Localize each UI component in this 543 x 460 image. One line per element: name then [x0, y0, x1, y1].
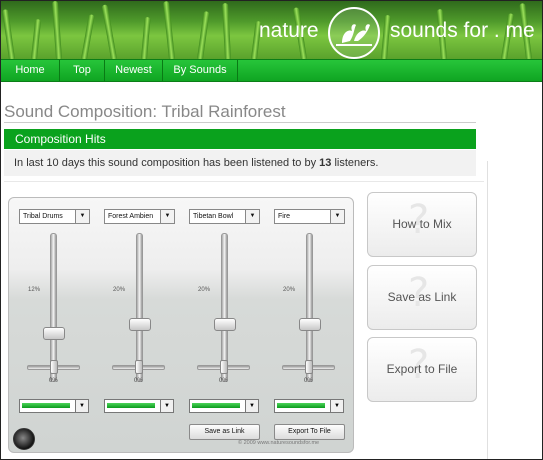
section-divider	[4, 181, 484, 182]
export-to-file-button[interactable]: ? Export to File	[367, 337, 477, 402]
nav-top[interactable]: Top	[60, 60, 105, 81]
how-to-mix-label: How to Mix	[392, 217, 452, 231]
site-title-left: nature	[259, 19, 319, 42]
sound-mixer: Tribal Drums ▼ 12% 0% ▼ Forest Ambien ▼ 20…	[8, 197, 354, 453]
channel-4-pan-knob[interactable]	[305, 360, 313, 374]
channel-2-pan-knob[interactable]	[135, 360, 143, 374]
nav-by-sounds[interactable]: By Sounds	[163, 60, 238, 81]
channel-1-color-select[interactable]: ▼	[19, 399, 89, 413]
save-as-link-label: Save as Link	[387, 290, 457, 304]
channel-2-sound-label: Forest Ambien	[108, 213, 154, 220]
channel-4-sound-select[interactable]: Fire ▼	[274, 209, 345, 224]
channel-1-pan-knob[interactable]	[50, 360, 58, 374]
birds-logo-icon[interactable]	[328, 7, 380, 59]
speaker-icon[interactable]	[13, 428, 35, 450]
channel-2-pan-readout: 0%	[134, 378, 143, 384]
channel-1-volume-knob[interactable]	[43, 327, 65, 340]
channel-1-pan-readout: 0%	[49, 378, 58, 384]
chevron-down-icon: ▼	[245, 210, 259, 223]
channel-3-color-select[interactable]: ▼	[189, 399, 259, 413]
chevron-down-icon: ▼	[330, 210, 344, 223]
mixer-copyright: © 2009 www.naturesoundsfor.me	[238, 440, 320, 446]
channel-1-volume-readout: 12%	[28, 287, 41, 293]
channel-4-sound-label: Fire	[278, 213, 291, 220]
page-title: Sound Composition: Tribal Rainforest	[4, 102, 286, 121]
chevron-down-icon: ▼	[160, 210, 174, 223]
site-title-right: sounds for . me	[390, 19, 535, 42]
channel-1-sound-select[interactable]: Tribal Drums ▼	[19, 209, 90, 224]
save-as-link-button[interactable]: ? Save as Link	[367, 265, 477, 330]
hits-text: In last 10 days this sound composition h…	[4, 150, 476, 176]
hits-heading: Composition Hits	[15, 132, 106, 146]
hits-count: 13	[319, 157, 332, 169]
page-frame: nature sounds for . me Home Top Newest B…	[0, 0, 543, 460]
main-nav: Home Top Newest By Sounds	[1, 59, 542, 82]
channel-2-volume-readout: 20%	[113, 287, 126, 293]
mixer-export-button[interactable]: Export To File	[274, 424, 345, 440]
channel-2-sound-select[interactable]: Forest Ambien ▼	[104, 209, 175, 224]
channel-4-volume-readout: 20%	[283, 287, 296, 293]
content-border	[487, 161, 488, 459]
hits-text-before: In last 10 days this sound composition h…	[14, 157, 320, 169]
channel-4-color-select[interactable]: ▼	[274, 399, 344, 413]
chevron-down-icon: ▼	[75, 400, 88, 412]
channel-2-color-select[interactable]: ▼	[104, 399, 174, 413]
export-to-file-label: Export to File	[386, 362, 458, 376]
header-banner: nature sounds for . me	[1, 1, 542, 59]
mixer-save-link-button[interactable]: Save as Link	[189, 424, 260, 440]
chevron-down-icon: ▼	[245, 400, 258, 412]
channel-4-volume-knob[interactable]	[299, 318, 321, 331]
hits-heading-bar: Composition Hits	[4, 129, 476, 149]
chevron-down-icon: ▼	[75, 210, 89, 223]
channel-3-volume-knob[interactable]	[214, 318, 236, 331]
hits-text-after: listeners.	[331, 157, 379, 169]
nav-home[interactable]: Home	[1, 60, 60, 81]
channel-3-sound-label: Tibetan Bowl	[193, 213, 234, 220]
channel-2-volume-knob[interactable]	[129, 318, 151, 331]
channel-1-sound-label: Tribal Drums	[23, 213, 63, 220]
title-divider	[4, 122, 476, 123]
channel-3-pan-readout: 0%	[219, 378, 228, 384]
chevron-down-icon: ▼	[160, 400, 173, 412]
how-to-mix-button[interactable]: ? How to Mix	[367, 192, 477, 257]
channel-3-sound-select[interactable]: Tibetan Bowl ▼	[189, 209, 260, 224]
channel-4-pan-readout: 0%	[304, 378, 313, 384]
channel-3-pan-knob[interactable]	[220, 360, 228, 374]
nav-newest[interactable]: Newest	[105, 60, 163, 81]
channel-3-volume-readout: 20%	[198, 287, 211, 293]
chevron-down-icon: ▼	[330, 400, 343, 412]
